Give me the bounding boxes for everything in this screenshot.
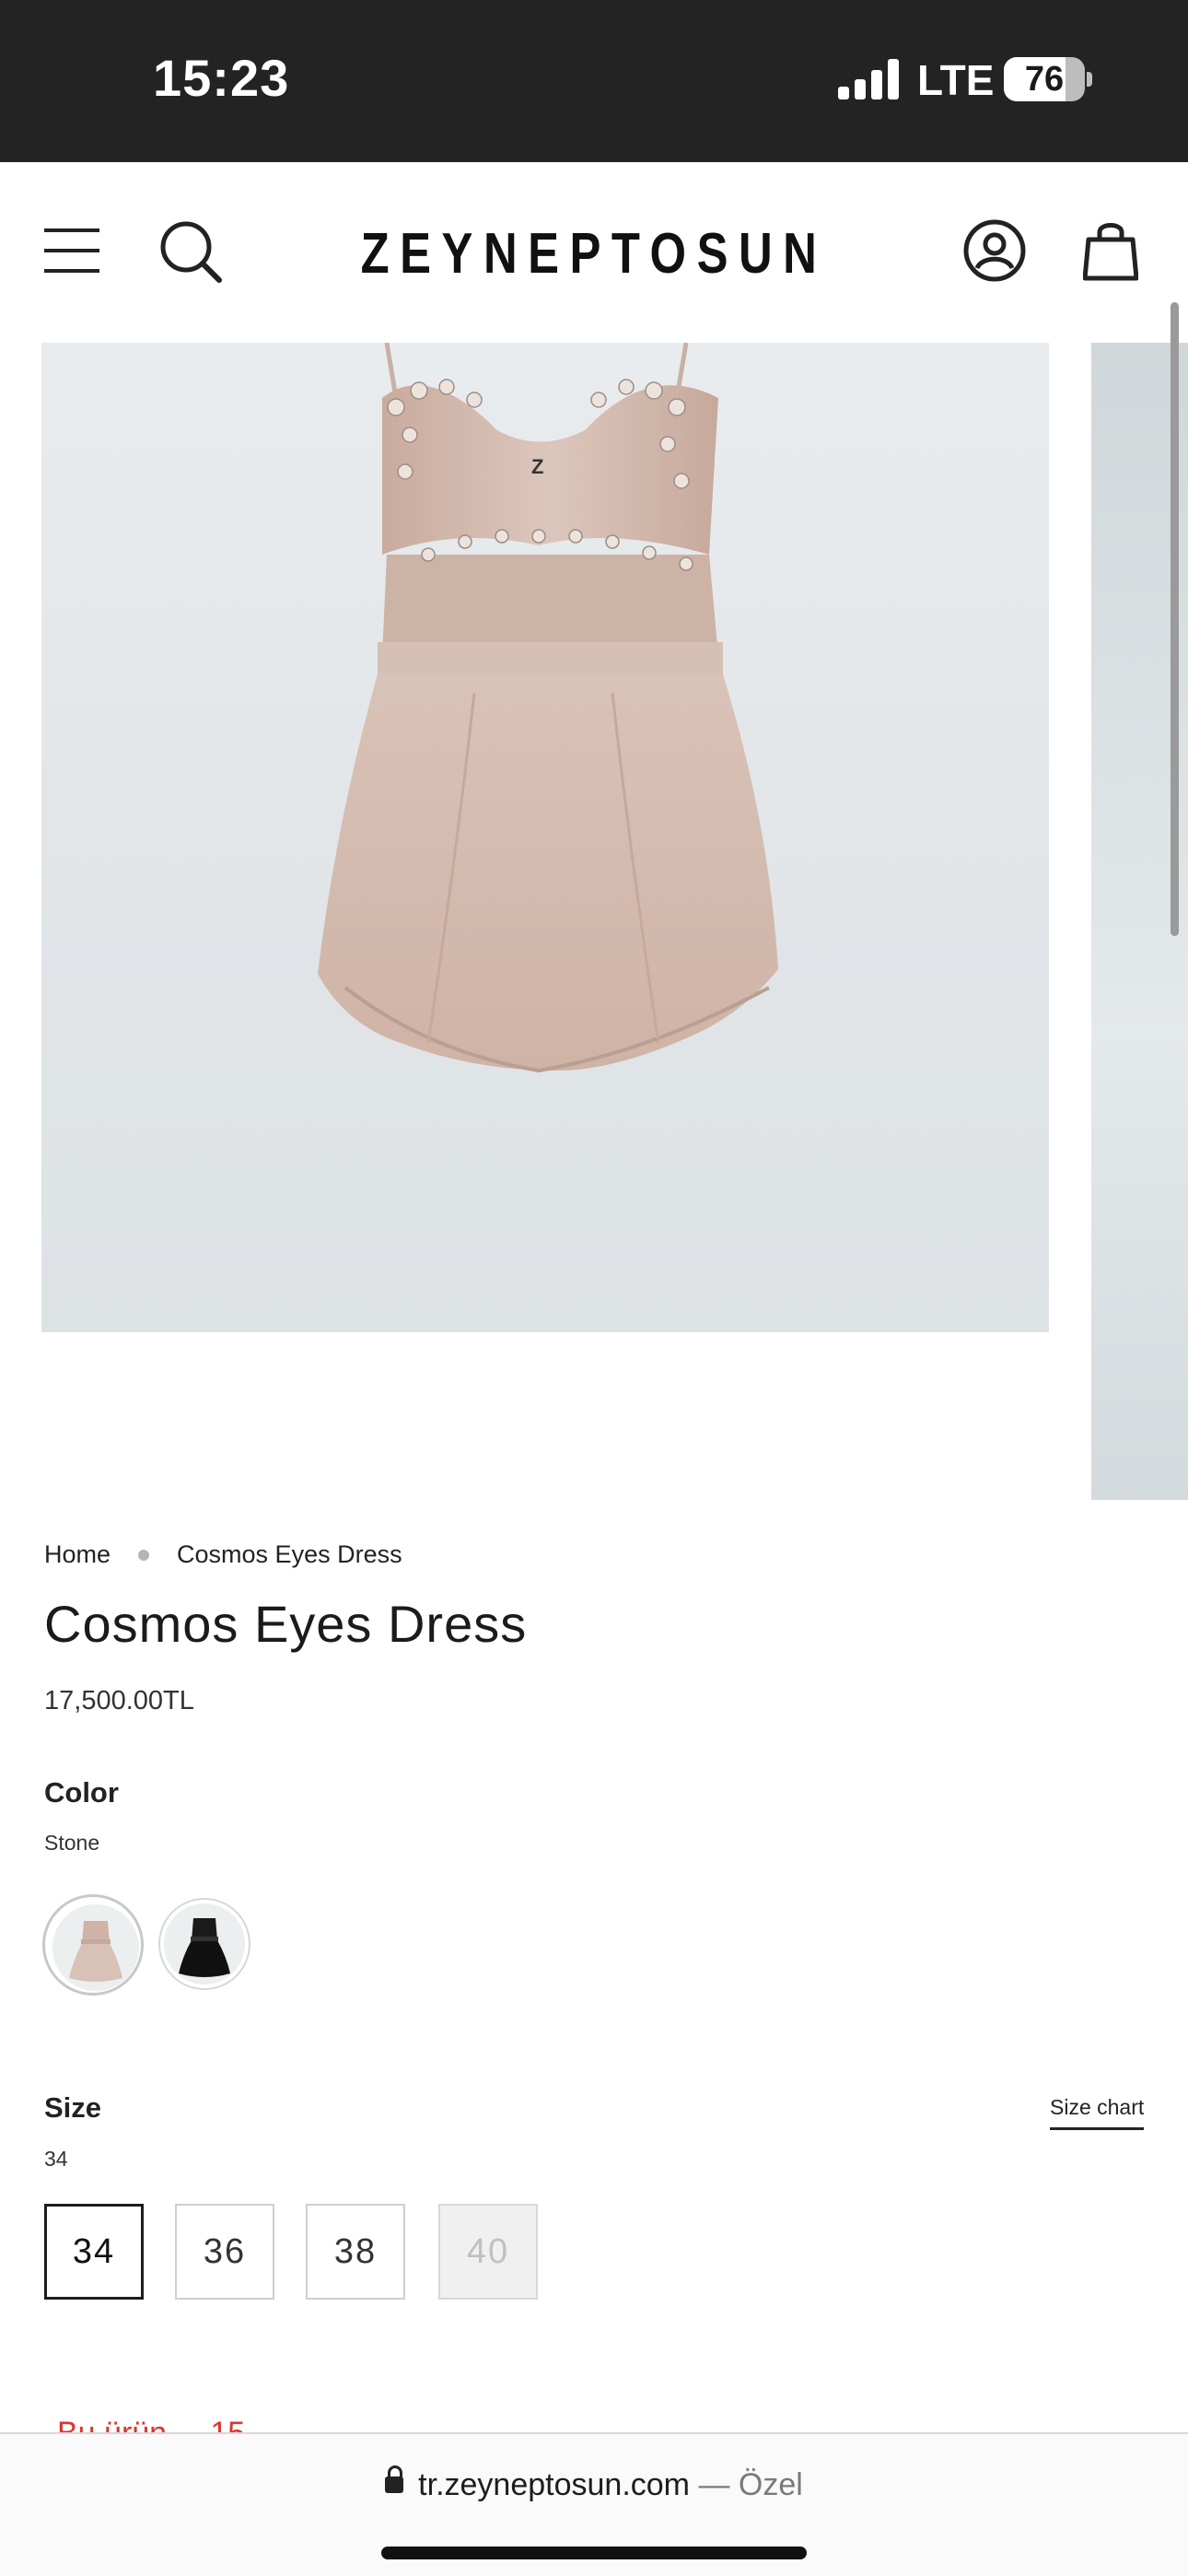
battery-nub xyxy=(1087,72,1092,87)
status-time: 15:23 xyxy=(153,49,290,107)
account-icon[interactable] xyxy=(963,219,1026,282)
svg-text:Z: Z xyxy=(531,455,543,478)
product-price: 17,500.00TL xyxy=(44,1686,194,1715)
brand-logo[interactable]: ZEYNEPTOSUN xyxy=(107,221,1081,287)
size-label: Size xyxy=(44,2091,102,2124)
site-header: ZEYNEPTOSUN xyxy=(0,162,1188,343)
breadcrumb: Home Cosmos Eyes Dress xyxy=(44,1540,402,1569)
product-image[interactable]: Z xyxy=(41,343,1049,1332)
size-option-36[interactable]: 36 xyxy=(175,2204,274,2300)
size-option-34[interactable]: 34 xyxy=(44,2204,144,2300)
size-value: 34 xyxy=(44,2147,68,2171)
swatch-stone-image xyxy=(52,1904,139,1991)
battery-percent: 76 xyxy=(1024,60,1065,99)
menu-icon[interactable] xyxy=(44,227,99,275)
status-bar: 15:23 LTE 76 xyxy=(0,0,1188,162)
color-value: Stone xyxy=(44,1831,100,1855)
size-chart-link[interactable]: Size chart xyxy=(1050,2095,1145,2130)
cart-icon[interactable] xyxy=(1083,219,1138,282)
url-domain: tr.zeyneptosun.com xyxy=(418,2467,690,2502)
lock-icon xyxy=(385,2465,404,2493)
battery-icon: 76 xyxy=(1004,57,1085,101)
dress-illustration: Z xyxy=(318,343,778,1073)
swatch-black-image xyxy=(164,1903,245,1985)
home-indicator[interactable] xyxy=(381,2547,807,2559)
signal-icon xyxy=(838,59,899,100)
breadcrumb-separator xyxy=(138,1549,150,1561)
browser-address-bar[interactable]: tr.zeyneptosun.com — Özel xyxy=(0,2432,1188,2576)
private-mode-label: — Özel xyxy=(698,2467,803,2502)
breadcrumb-home[interactable]: Home xyxy=(44,1540,111,1569)
color-label: Color xyxy=(44,1776,119,1809)
product-title: Cosmos Eyes Dress xyxy=(44,1595,528,1653)
network-label: LTE xyxy=(917,56,995,104)
color-swatch-stone[interactable] xyxy=(42,1894,144,1996)
scrollbar[interactable] xyxy=(1171,302,1179,936)
size-option-40[interactable]: 40 xyxy=(438,2204,538,2300)
size-option-38[interactable]: 38 xyxy=(306,2204,405,2300)
product-gallery[interactable]: Z xyxy=(0,343,1188,1504)
url-display[interactable]: tr.zeyneptosun.com — Özel xyxy=(0,2465,1188,2503)
color-swatch-black[interactable] xyxy=(158,1898,250,1990)
breadcrumb-current: Cosmos Eyes Dress xyxy=(177,1540,402,1568)
